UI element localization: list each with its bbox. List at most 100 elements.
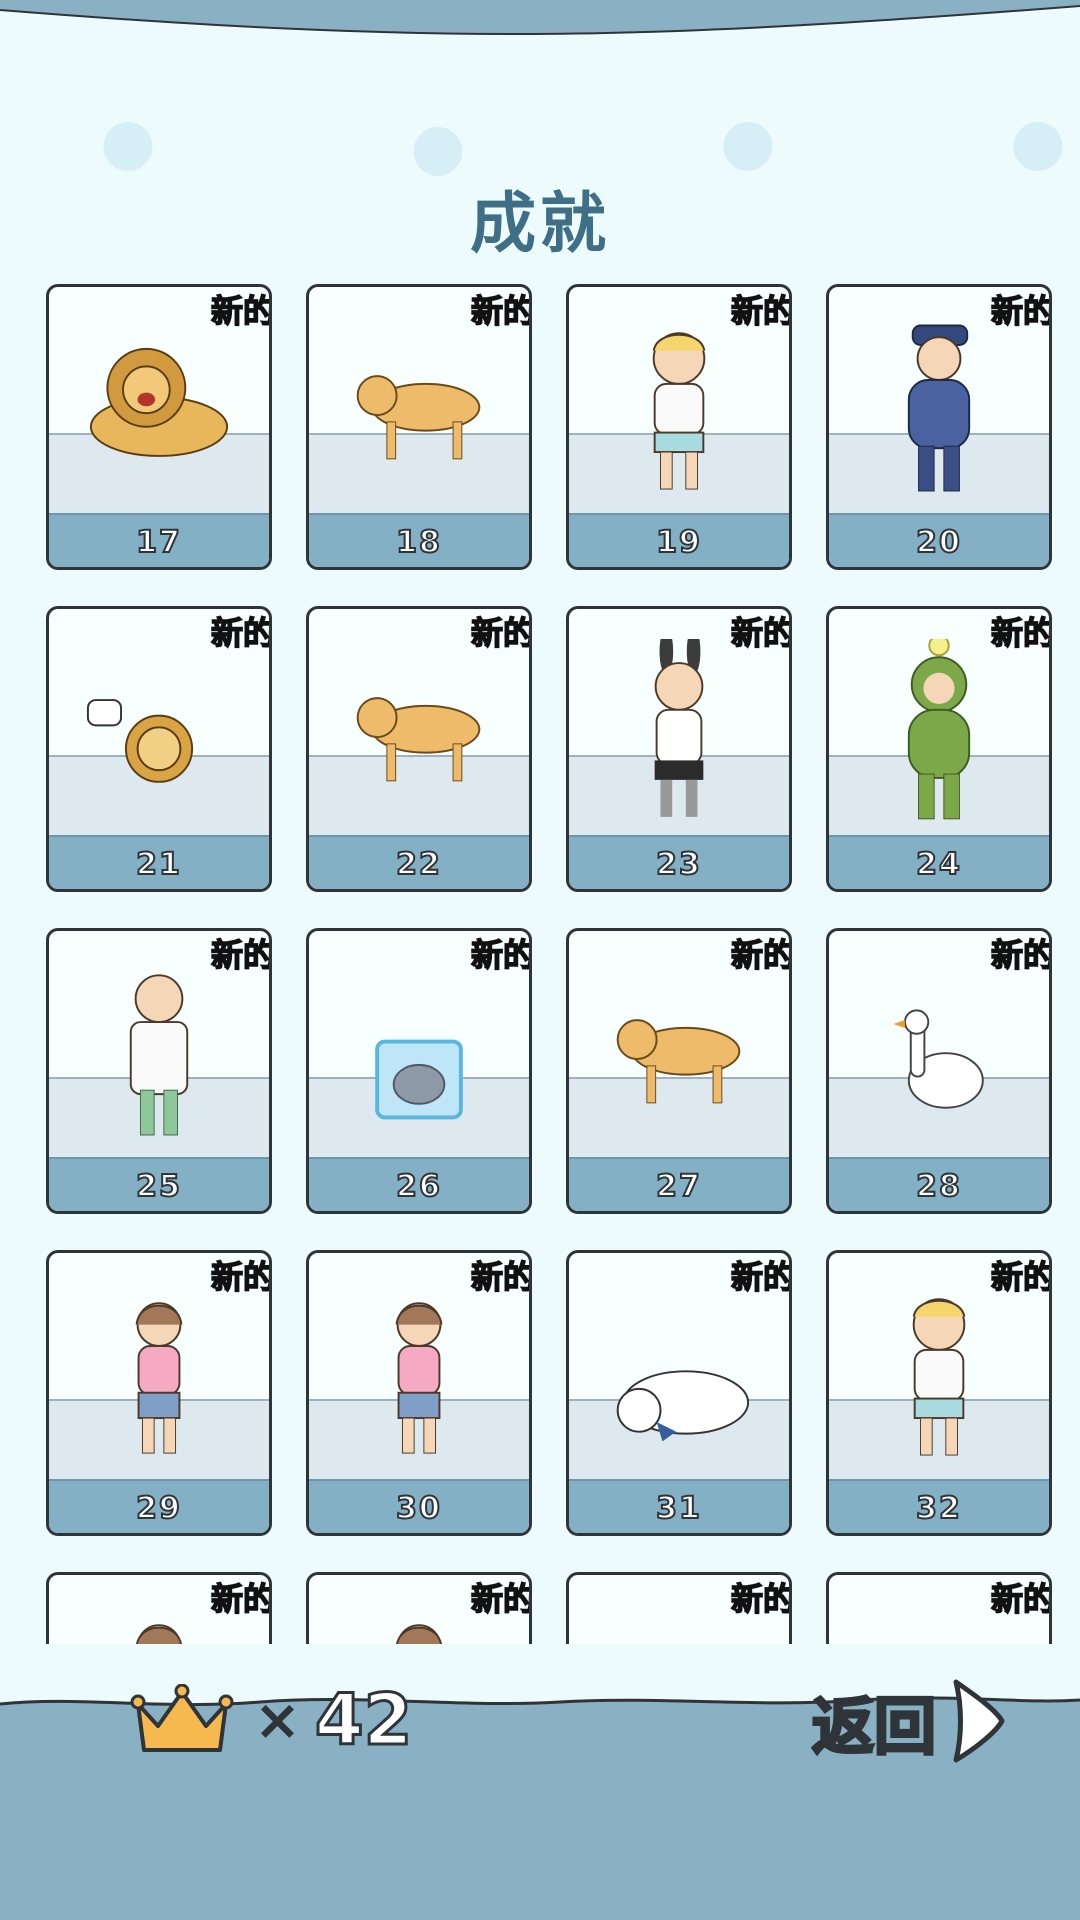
card-number-bar: 24 — [829, 835, 1049, 889]
card-number-bar: 19 — [569, 513, 789, 567]
achievement-card[interactable]: 27 新的 — [566, 928, 792, 1214]
lion-icon — [89, 347, 229, 457]
top-band — [0, 0, 1080, 36]
lion-cub-icon — [86, 699, 194, 783]
achievement-card[interactable]: 21 新的 — [46, 606, 272, 892]
achievement-card[interactable]: 28 新的 — [826, 928, 1052, 1214]
new-badge: 新的 — [470, 1258, 532, 1296]
new-badge: 新的 — [470, 936, 532, 974]
new-badge: 新的 — [730, 1580, 792, 1618]
achievement-card[interactable]: 新的 — [566, 1572, 792, 1644]
card-number-bar: 21 — [49, 835, 269, 889]
new-badge: 新的 — [210, 292, 272, 330]
card-number-bar: 18 — [309, 513, 529, 567]
achievement-card[interactable]: 31 新的 — [566, 1250, 792, 1536]
new-badge: 新的 — [210, 1258, 272, 1296]
paw-print-icon: ● — [720, 105, 776, 179]
girl-icon — [135, 1302, 183, 1454]
bunny-man-icon — [654, 639, 704, 817]
new-badge: 新的 — [990, 614, 1052, 652]
new-badge: 新的 — [730, 936, 792, 974]
crown-icon — [130, 1684, 234, 1752]
card-number: 19 — [655, 524, 702, 561]
card-number-bar: 29 — [49, 1479, 269, 1533]
doctor-icon — [129, 974, 189, 1136]
polar-bear-icon — [616, 1370, 750, 1442]
new-badge: 新的 — [210, 614, 272, 652]
paw-print-icon: ● — [100, 105, 156, 179]
new-badge: 新的 — [990, 292, 1052, 330]
new-badge: 新的 — [990, 1580, 1052, 1618]
goose-icon — [893, 1009, 984, 1109]
achievement-card[interactable]: 26 新的 — [306, 928, 532, 1214]
card-number: 20 — [915, 524, 962, 561]
new-badge: 新的 — [730, 614, 792, 652]
arrow-right-icon — [953, 1679, 1005, 1763]
card-number: 17 — [135, 524, 182, 561]
back-button[interactable]: 返回 — [810, 1676, 1008, 1766]
girl-icon — [395, 1302, 443, 1454]
card-number-bar: 20 — [829, 513, 1049, 567]
achievement-card[interactable]: 23 新的 — [566, 606, 792, 892]
achievement-card[interactable]: 新的 — [46, 1572, 272, 1644]
crown-count: 42 — [313, 1678, 413, 1763]
achievement-card[interactable]: 25 新的 — [46, 928, 272, 1214]
card-number-bar: 17 — [49, 513, 269, 567]
new-badge: 新的 — [990, 1258, 1052, 1296]
ice-cat-icon — [375, 1039, 463, 1120]
new-badge: 新的 — [210, 1580, 272, 1618]
card-number: 25 — [135, 1168, 182, 1205]
card-number-bar: 32 — [829, 1479, 1049, 1533]
card-number: 21 — [135, 846, 182, 883]
green-suit-icon — [907, 639, 971, 820]
new-badge: 新的 — [470, 614, 532, 652]
boy-icon — [912, 1298, 966, 1456]
boy-icon — [652, 332, 706, 490]
dog-icon — [356, 697, 481, 782]
card-number: 28 — [915, 1168, 962, 1205]
achievement-grid[interactable]: 17 新的 18 新的 19 新的 20 新的 21 新的 22 新的 23 新的 24 新的 25 新的 26 新的… — [0, 280, 1080, 1644]
achievement-card[interactable]: 24 新的 — [826, 606, 1052, 892]
achievement-card[interactable]: 30 新的 — [306, 1250, 532, 1536]
new-badge: 新的 — [210, 936, 272, 974]
achievement-card[interactable]: 新的 — [826, 1572, 1052, 1644]
achievement-card[interactable]: 17 新的 — [46, 284, 272, 570]
achievement-card[interactable]: 22 新的 — [306, 606, 532, 892]
card-number: 32 — [915, 1490, 962, 1527]
card-number-bar: 30 — [309, 1479, 529, 1533]
achievement-card[interactable]: 18 新的 — [306, 284, 532, 570]
new-badge: 新的 — [990, 936, 1052, 974]
card-number-bar: 25 — [49, 1157, 269, 1211]
achievement-card[interactable]: 29 新的 — [46, 1250, 272, 1536]
card-number-bar: 28 — [829, 1157, 1049, 1211]
card-number-bar: 23 — [569, 835, 789, 889]
card-number: 23 — [655, 846, 702, 883]
card-number-bar: 27 — [569, 1157, 789, 1211]
new-badge: 新的 — [470, 1580, 532, 1618]
achievement-card[interactable]: 19 新的 — [566, 284, 792, 570]
card-number: 24 — [915, 846, 962, 883]
dog-icon — [356, 375, 481, 460]
new-badge: 新的 — [470, 292, 532, 330]
back-label: 返回 — [810, 1689, 937, 1765]
card-number: 27 — [655, 1168, 702, 1205]
card-number-bar: 26 — [309, 1157, 529, 1211]
card-number: 31 — [655, 1490, 702, 1527]
card-number: 26 — [395, 1168, 442, 1205]
crown-counter: × 42 — [130, 1678, 414, 1763]
card-number: 30 — [395, 1490, 442, 1527]
card-number-bar: 22 — [309, 835, 529, 889]
achievement-card[interactable]: 20 新的 — [826, 284, 1052, 570]
page-title: 成就 — [470, 185, 610, 262]
new-badge: 新的 — [730, 292, 792, 330]
card-number: 29 — [135, 1490, 182, 1527]
card-number: 22 — [395, 846, 442, 883]
times-symbol: × — [254, 1687, 301, 1753]
paw-print-icon: ● — [1010, 105, 1066, 179]
new-badge: 新的 — [730, 1258, 792, 1296]
police-icon — [907, 324, 971, 492]
achievement-card[interactable]: 32 新的 — [826, 1250, 1052, 1536]
achievement-card[interactable]: 新的 — [306, 1572, 532, 1644]
dog-icon — [616, 1019, 741, 1104]
card-number-bar: 31 — [569, 1479, 789, 1533]
